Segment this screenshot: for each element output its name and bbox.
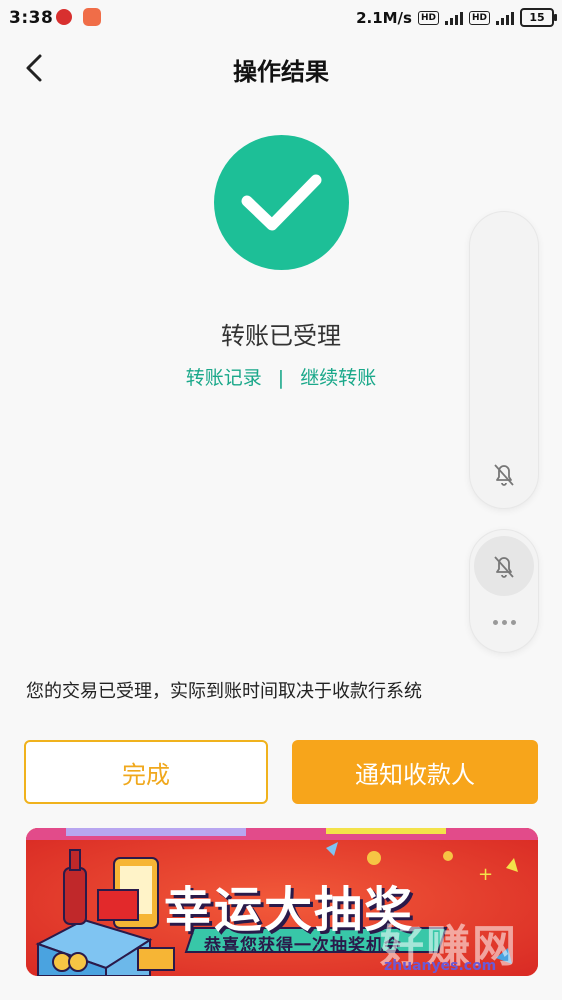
done-button[interactable]: 完成 [24, 740, 268, 804]
notify-payee-button[interactable]: 通知收款人 [292, 740, 538, 804]
signal-icon [444, 11, 463, 25]
app-notification-icon [83, 8, 101, 26]
unionpay-notification-icon [56, 9, 72, 25]
continue-transfer-link[interactable]: 继续转账 [300, 363, 376, 390]
svg-text:+: + [478, 864, 493, 885]
banner-subtitle: 恭喜您获得一次抽奖机会 [204, 936, 402, 956]
bell-off-icon[interactable] [488, 458, 520, 490]
nav-bar: 操作结果 [0, 36, 562, 100]
hd-icon-2: HD [468, 10, 490, 25]
success-check-icon [214, 135, 349, 270]
transfer-records-link[interactable]: 转账记录 [186, 363, 262, 390]
signal-icon-2 [496, 11, 514, 25]
link-separator: | [277, 367, 285, 389]
battery-icon: 15 [520, 8, 557, 27]
status-time: 3:38 [9, 8, 54, 28]
hd-icon: HD [417, 10, 439, 25]
banner-title: 幸运大抽奖 [164, 882, 415, 938]
watermark-url: zhuanyes.com [384, 958, 497, 974]
more-dots-icon[interactable] [486, 612, 522, 632]
network-speed: 2.1M/s [356, 8, 412, 27]
status-bar: 3:38 2.1M/s HD HD 15 [0, 0, 562, 36]
status-right-group: 2.1M/s HD HD 15 [356, 8, 557, 27]
notice-text: 您的交易已受理，实际到账时间取决于收款行系统 [26, 681, 422, 702]
bell-off-icon-2[interactable] [488, 550, 520, 582]
page-title: 操作结果 [233, 58, 329, 86]
